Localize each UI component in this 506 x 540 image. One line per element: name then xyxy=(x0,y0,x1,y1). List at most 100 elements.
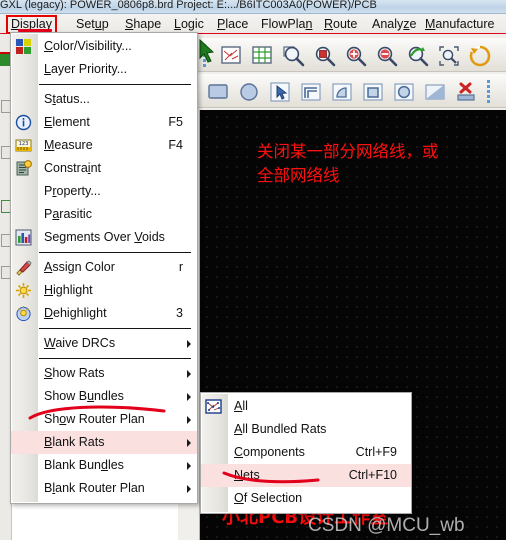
toolbar-grip[interactable] xyxy=(487,80,490,103)
menu-item-label: Show Bundles xyxy=(44,389,124,403)
submenu-item-nets[interactable]: Nets Ctrl+F10 xyxy=(201,464,411,487)
menubar-item-label: Shape xyxy=(125,17,162,31)
menubar-item-manufacture[interactable]: Manufacture xyxy=(423,16,497,32)
menu-item-label: Element xyxy=(44,115,90,129)
menu-item-label: Layer Priority... xyxy=(44,62,128,76)
menu-item-label: Blank Rats xyxy=(44,435,105,449)
menu-item-label: Dehighlight xyxy=(44,306,107,320)
submenu-item-all-bundled-rats[interactable]: All Bundled Rats xyxy=(201,418,411,441)
menu-separator xyxy=(39,358,191,359)
menubar-item-shape[interactable]: Shape xyxy=(123,16,163,32)
menu-item-assign-color[interactable]: Assign Color r xyxy=(11,256,197,279)
rats-grid-icon xyxy=(205,398,222,415)
menu-item-dehighlight[interactable]: Dehighlight 3 xyxy=(11,302,197,325)
menu-bar[interactable]: Display Setup Shape Logic Place FlowPlan Route… xyxy=(0,14,506,34)
submenu-item-all[interactable]: All xyxy=(201,395,411,418)
menu-item-show-bundles[interactable]: Show Bundles xyxy=(11,385,197,408)
constraint-icon xyxy=(15,160,32,177)
zoom-fit-icon[interactable] xyxy=(312,43,336,67)
zoom-out-icon[interactable] xyxy=(374,43,398,67)
menu-item-parasitic[interactable]: Parasitic xyxy=(11,203,197,226)
display-menu-popup[interactable]: Color/Visibility... Layer Priority... Stat… xyxy=(10,32,198,504)
display-grid-icon[interactable] xyxy=(250,43,274,67)
display-rats-icon[interactable] xyxy=(219,43,243,67)
shape-gradient-icon[interactable] xyxy=(422,79,446,103)
menu-item-label: Show Router Plan xyxy=(44,412,145,426)
shape-square-outline-icon[interactable] xyxy=(360,79,384,103)
menu-item-color-visibility[interactable]: Color/Visibility... xyxy=(11,35,197,58)
menu-item-label: Parasitic xyxy=(44,207,92,221)
menubar-item-route[interactable]: Route xyxy=(322,16,359,32)
submenu-arrow-icon xyxy=(187,416,191,424)
menubar-item-logic[interactable]: Logic xyxy=(172,16,206,32)
chart-bars-icon xyxy=(15,229,32,246)
menubar-item-place[interactable]: Place xyxy=(215,16,250,32)
shape-circle-outline-icon[interactable] xyxy=(391,79,415,103)
toolbar-row-shapes xyxy=(197,74,506,108)
canvas-annotation-line2: 全部网络线 xyxy=(257,166,340,185)
menu-separator xyxy=(39,84,191,85)
menu-item-label: Show Rats xyxy=(44,366,105,380)
info-icon xyxy=(15,114,32,131)
menu-item-layer-priority[interactable]: Layer Priority... xyxy=(11,58,197,81)
submenu-item-of-selection[interactable]: Of Selection xyxy=(201,487,411,510)
menu-item-property[interactable]: Property... xyxy=(11,180,197,203)
menu-item-highlight[interactable]: Highlight xyxy=(11,279,197,302)
blank-rats-submenu-popup[interactable]: All All Bundled Rats Components Ctrl+F9 Nets… xyxy=(200,392,412,514)
window-title: GXL (legacy): POWER_0806p8.brd Project: … xyxy=(0,0,377,11)
menu-item-label: Segments Over Voids xyxy=(44,230,165,244)
menu-item-waive-drcs[interactable]: Waive DRCs xyxy=(11,332,197,355)
submenu-arrow-icon xyxy=(187,485,191,493)
menu-item-label: Property... xyxy=(44,184,101,198)
menubar-item-flowplan[interactable]: FlowPlan xyxy=(259,16,314,32)
menubar-item-label: Setup xyxy=(76,17,109,31)
shape-polygon-icon[interactable] xyxy=(298,79,322,103)
menu-item-blank-bundles[interactable]: Blank Bundles xyxy=(11,454,197,477)
menu-item-show-router-plan[interactable]: Show Router Plan xyxy=(11,408,197,431)
toolbar-zone xyxy=(196,34,506,110)
menu-item-element[interactable]: Element F5 xyxy=(11,111,197,134)
menu-item-blank-router-plan[interactable]: Blank Router Plan xyxy=(11,477,197,500)
menu-item-label: Blank Router Plan xyxy=(44,481,145,495)
shape-arc-icon[interactable] xyxy=(329,79,353,103)
zoom-previous-icon[interactable] xyxy=(405,43,429,67)
menubar-item-setup[interactable]: Setup xyxy=(74,16,111,32)
menubar-item-label: Place xyxy=(217,17,249,31)
menu-item-label: Blank Bundles xyxy=(44,458,124,472)
menu-item-status[interactable]: Status... xyxy=(11,88,197,111)
menu-item-label: Highlight xyxy=(44,283,93,297)
canvas-annotation-line1: 关闭某一部分网络线，或 xyxy=(257,142,439,161)
submenu-arrow-icon xyxy=(187,462,191,470)
menubar-item-analyze[interactable]: Analyze xyxy=(370,16,418,32)
toolbar-row-view xyxy=(197,38,506,72)
menu-item-accelerator: F4 xyxy=(168,138,183,152)
select-arrow-icon[interactable] xyxy=(267,79,291,103)
zoom-by-points-icon[interactable] xyxy=(281,43,305,67)
shape-rectangle-icon[interactable] xyxy=(205,79,229,103)
menu-item-segments-over-voids[interactable]: Segments Over Voids xyxy=(11,226,197,249)
submenu-item-label: Nets xyxy=(234,468,260,482)
submenu-item-label: All xyxy=(234,399,248,413)
dehighlight-icon xyxy=(15,305,32,322)
menu-item-label: Status... xyxy=(44,92,90,106)
menubar-item-label: Display xyxy=(11,17,52,31)
menu-item-constraint[interactable]: Constraint xyxy=(11,157,197,180)
menu-item-blank-rats[interactable]: Blank Rats xyxy=(11,431,197,454)
submenu-item-components[interactable]: Components Ctrl+F9 xyxy=(201,441,411,464)
menubar-item-label: Manufacture xyxy=(425,17,495,31)
shape-circle-icon[interactable] xyxy=(236,79,260,103)
undo-icon[interactable] xyxy=(467,43,491,67)
highlight-sun-icon xyxy=(15,282,32,299)
menu-item-accelerator: 3 xyxy=(176,306,183,320)
zoom-in-icon[interactable] xyxy=(343,43,367,67)
menu-separator xyxy=(39,328,191,329)
submenu-arrow-icon xyxy=(187,439,191,447)
delete-shape-icon[interactable] xyxy=(453,79,477,103)
menu-item-accelerator: r xyxy=(178,260,183,274)
zoom-center-icon[interactable] xyxy=(436,43,460,67)
menu-item-label: Constraint xyxy=(44,161,101,175)
menu-item-label: Assign Color xyxy=(44,260,115,274)
menu-item-show-rats[interactable]: Show Rats xyxy=(11,362,197,385)
color-palette-icon xyxy=(15,38,32,55)
menu-item-measure[interactable]: 123 Measure F4 xyxy=(11,134,197,157)
